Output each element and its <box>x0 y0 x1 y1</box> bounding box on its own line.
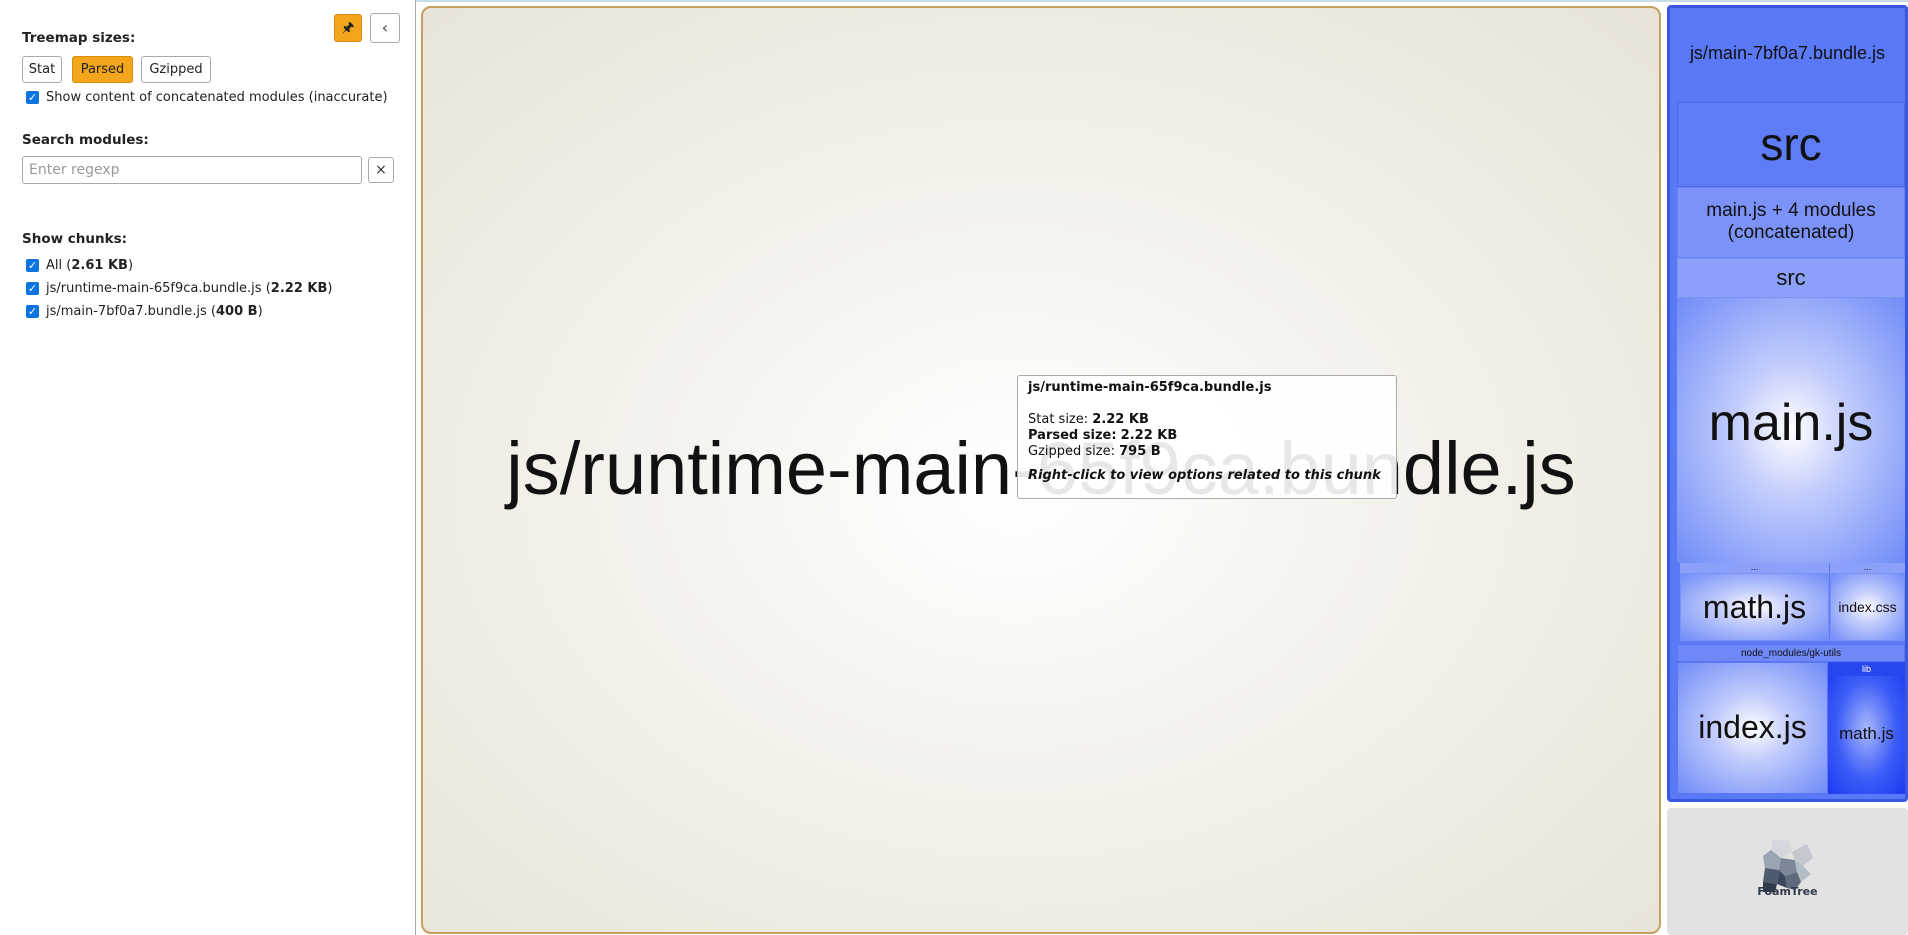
chunk-tooltip: js/runtime-main-65f9ca.bundle.js Stat si… <box>1017 375 1397 499</box>
foamtree-logo <box>1667 808 1908 935</box>
size-stat-button[interactable]: Stat <box>22 56 62 83</box>
treemap-node-ellipsis: ... <box>1680 563 1829 573</box>
chunk-name: All <box>46 258 63 273</box>
chunk-size: 400 B <box>216 304 258 319</box>
chunk-size: 2.61 KB <box>71 258 128 273</box>
search-modules-label: Search modules: <box>22 132 149 148</box>
show-chunks-label: Show chunks: <box>22 231 128 247</box>
clear-search-button[interactable]: × <box>368 157 394 183</box>
pin-sidebar-button[interactable]: 🖈 <box>334 14 362 42</box>
foamtree-logo-text: FoamTree <box>1757 885 1818 898</box>
checkbox-checked-icon[interactable]: ✓ <box>26 282 39 295</box>
concat-label-line2: (concatenated) <box>1727 222 1855 243</box>
chunk-name: js/runtime-main-65f9ca.bundle.js <box>46 281 262 296</box>
checkbox-checked-icon[interactable]: ✓ <box>26 259 39 272</box>
chunk-name: js/main-7bf0a7.bundle.js <box>46 304 207 319</box>
treemap-node-main-js[interactable]: main.js <box>1677 298 1905 563</box>
show-concatenated-label: Show content of concatenated modules (in… <box>46 90 388 105</box>
treemap[interactable]: js/runtime-main-65f9ca.bundle.js js/main… <box>416 0 1908 935</box>
sidebar: 🖈 ‹ Treemap sizes: Stat Parsed Gzipped ✓… <box>0 0 416 935</box>
treemap-chunk-main[interactable]: js/main-7bf0a7.bundle.js src main.js + 4… <box>1667 5 1908 802</box>
collapse-sidebar-button[interactable]: ‹ <box>370 13 400 43</box>
treemap-node-src-inner[interactable]: src <box>1677 258 1905 298</box>
treemap-sizes-label: Treemap sizes: <box>22 30 136 46</box>
chunk-item-all[interactable]: ✓ All (2.61 KB) <box>26 258 133 273</box>
chunk-item-main[interactable]: ✓ js/main-7bf0a7.bundle.js (400 B) <box>26 304 263 319</box>
show-concatenated-toggle[interactable]: ✓ Show content of concatenated modules (… <box>26 90 388 105</box>
checkbox-checked-icon[interactable]: ✓ <box>26 305 39 318</box>
search-placeholder: Enter regexp <box>29 162 120 178</box>
tooltip-stat-size: Stat size: 2.22 KB <box>1028 412 1149 427</box>
treemap-node-ellipsis: ... <box>1830 563 1905 573</box>
treemap-node-src[interactable]: src <box>1677 102 1905 187</box>
treemap-node-index-css[interactable]: index.css <box>1830 573 1905 641</box>
size-gzipped-button[interactable]: Gzipped <box>141 56 211 83</box>
treemap-node-concatenated[interactable]: main.js + 4 modules (concatenated) <box>1677 187 1905 258</box>
treemap-node-lib-math-js[interactable]: math.js <box>1828 676 1905 794</box>
treemap-node-node-modules[interactable]: node_modules/gk-utils <box>1677 644 1905 662</box>
concat-label-line1: main.js + 4 modules <box>1706 200 1876 221</box>
tooltip-title: js/runtime-main-65f9ca.bundle.js <box>1028 380 1272 395</box>
tooltip-gzipped-size: Gzipped size: 795 B <box>1028 444 1161 459</box>
chevron-left-icon: ‹ <box>381 18 389 37</box>
pin-icon: 🖈 <box>341 20 355 36</box>
chunk-size: 2.22 KB <box>270 281 328 296</box>
tooltip-parsed-size: Parsed size: 2.22 KB <box>1028 428 1178 443</box>
search-input[interactable]: Enter regexp <box>22 156 362 184</box>
checkbox-checked-icon[interactable]: ✓ <box>26 91 39 104</box>
treemap-node-lib[interactable]: lib <box>1828 662 1905 676</box>
size-parsed-button[interactable]: Parsed <box>72 56 133 83</box>
treemap-node-math-js[interactable]: math.js <box>1680 573 1829 641</box>
treemap-node-index-js[interactable]: index.js <box>1677 662 1828 794</box>
chunk-item-runtime[interactable]: ✓ js/runtime-main-65f9ca.bundle.js (2.22… <box>26 281 332 296</box>
close-icon: × <box>375 162 387 178</box>
tooltip-hint: Right-click to view options related to t… <box>1028 468 1381 483</box>
treemap-chunk-label: js/main-7bf0a7.bundle.js <box>1670 8 1905 100</box>
